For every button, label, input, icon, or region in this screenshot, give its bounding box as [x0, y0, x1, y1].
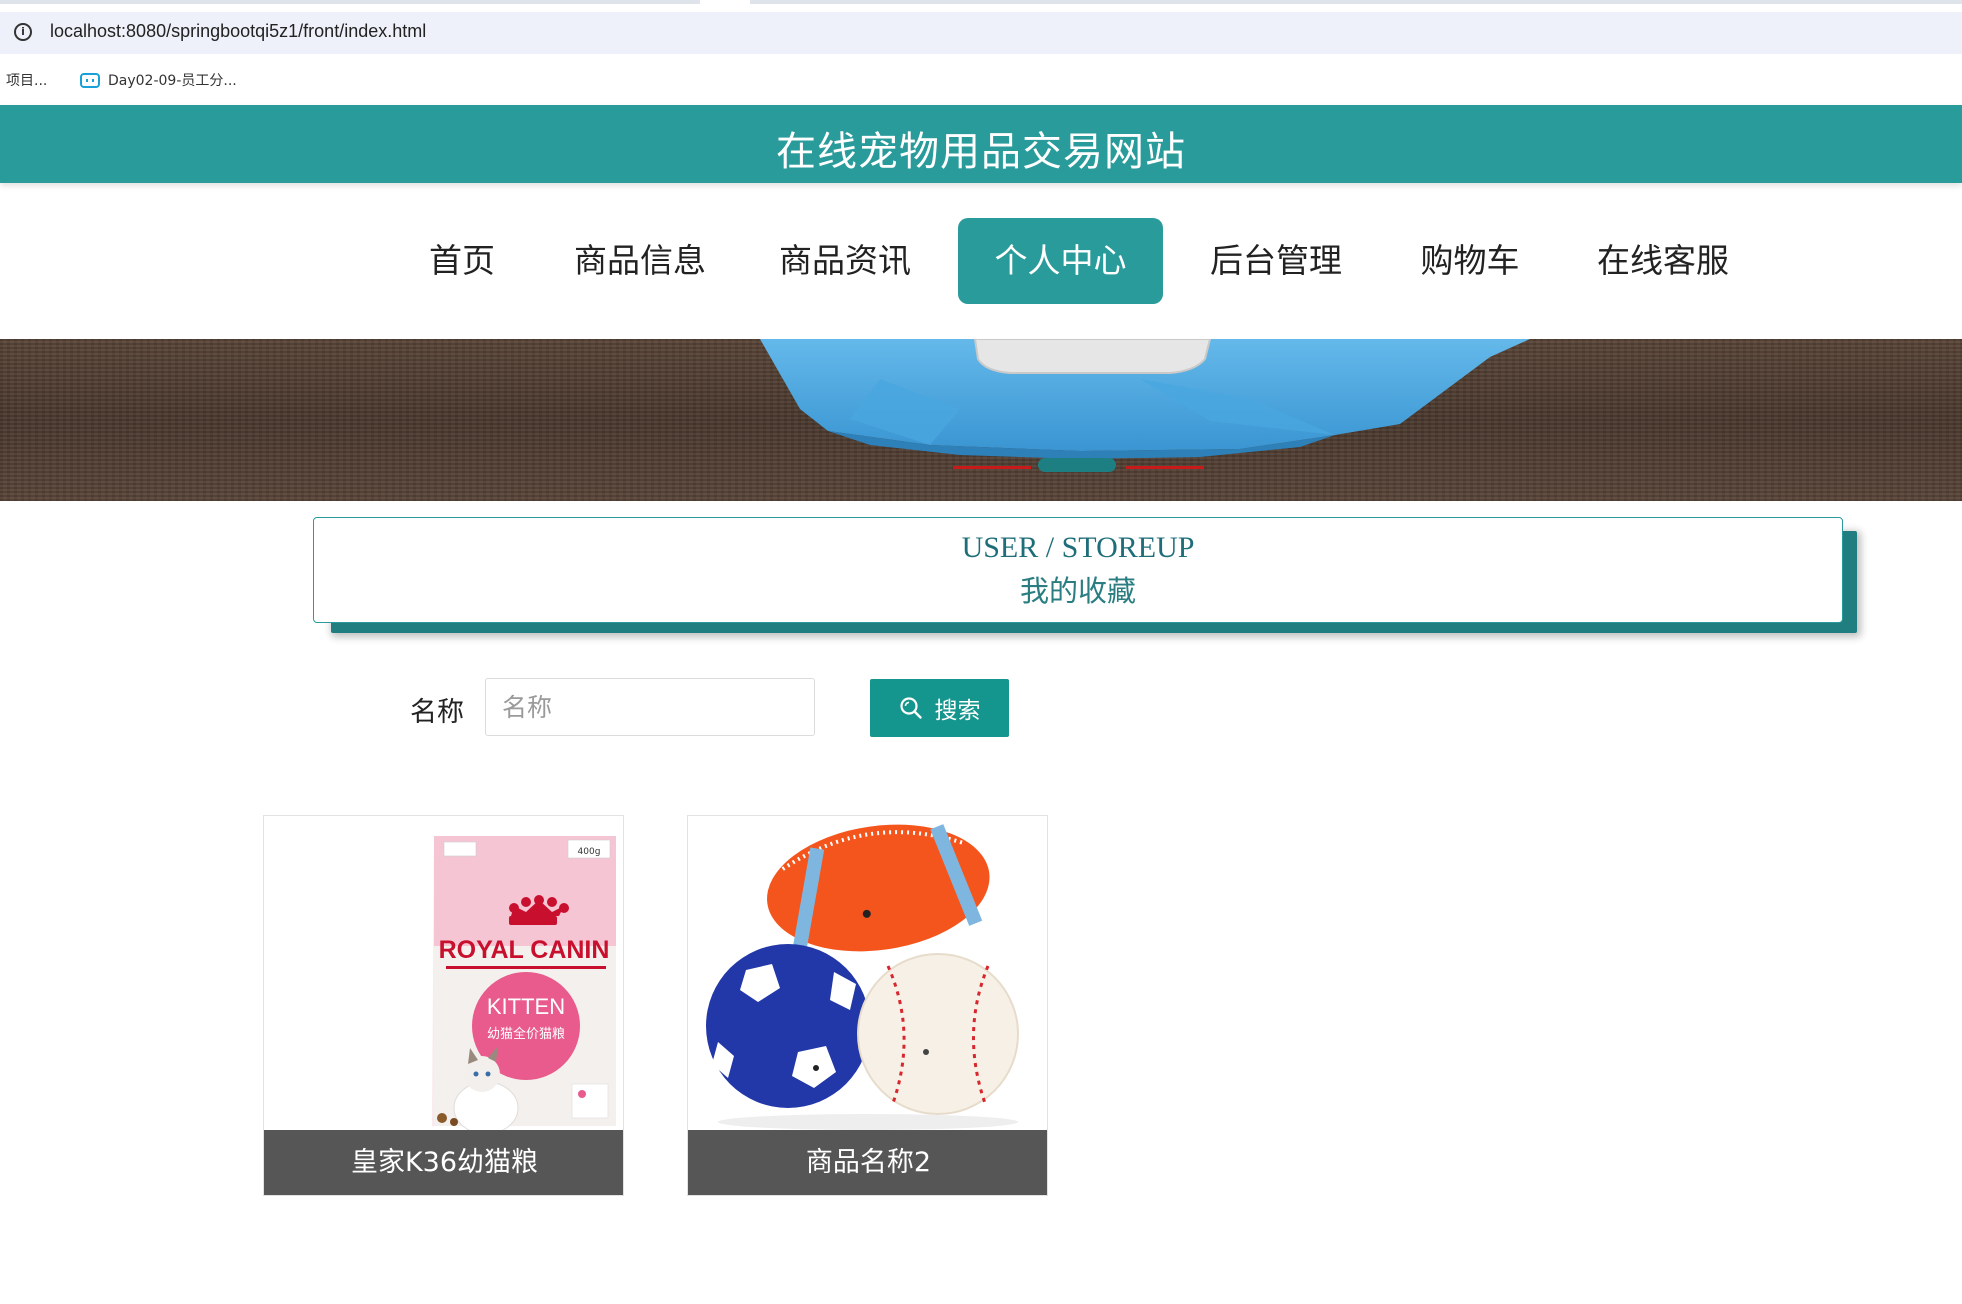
product-name[interactable]: 商品名称2	[688, 1130, 1047, 1195]
section-title-cn: 我的收藏	[1019, 574, 1136, 608]
nav-products[interactable]: 商品信息	[560, 218, 720, 304]
royal-canin-kitten-food-image: 400g ROYAL CANIN KITTEN 幼猫全价猫粮	[264, 816, 623, 1132]
search-button-label: 搜索	[934, 698, 981, 724]
bookmark-item[interactable]: Day02-09-员工分...	[80, 69, 237, 91]
section-title-en: USER / STOREUP	[961, 531, 1195, 564]
browser-tab[interactable]	[750, 0, 1962, 4]
main-nav: 首页 商品信息 商品资讯 个人中心 后台管理 购物车 在线客服	[0, 218, 1962, 304]
carousel-dot[interactable]	[1126, 466, 1204, 469]
search-button[interactable]: 搜索	[870, 679, 1009, 737]
bookmark-label: Day02-09-员工分...	[108, 73, 237, 89]
nav-home[interactable]: 首页	[412, 218, 512, 304]
kitten-text: KITTEN	[487, 994, 565, 1019]
carousel-dot-active[interactable]	[1038, 458, 1116, 472]
search-label: 名称	[410, 697, 464, 728]
product-card[interactable]: ROYAL CANIN 400g ROYAL CANIN KITTEN 幼猫全价…	[263, 815, 624, 1196]
weight-label: 400g	[578, 847, 601, 857]
site-info-icon[interactable]: i	[14, 23, 32, 41]
nav-cart[interactable]: 购物车	[1405, 218, 1535, 304]
search-input[interactable]	[485, 678, 815, 736]
address-bar[interactable]: i localhost:8080/springbootqi5z1/front/i…	[0, 12, 1962, 54]
nav-admin[interactable]: 后台管理	[1196, 218, 1356, 304]
carousel-indicators	[0, 454, 1962, 474]
nav-user-center[interactable]: 个人中心	[958, 218, 1163, 304]
url-text[interactable]: localhost:8080/springbootqi5z1/front/ind…	[50, 21, 426, 42]
carousel-dot[interactable]	[953, 466, 1031, 469]
banner-carousel[interactable]	[0, 339, 1962, 501]
banner-image	[760, 339, 1530, 459]
site-header: 在线宠物用品交易网站	[0, 105, 1962, 183]
site-title: 在线宠物用品交易网站	[776, 129, 1186, 175]
nav-customer-service[interactable]: 在线客服	[1583, 218, 1743, 304]
bookmarks-bar: 项目... Day02-09-员工分...	[0, 64, 1962, 98]
bilibili-icon	[80, 72, 100, 88]
food-subtitle: 幼猫全价猫粮	[487, 1026, 565, 1042]
product-card[interactable]: 商品名称2	[687, 815, 1048, 1196]
rubber-pet-toy-balls-image	[688, 816, 1047, 1132]
brand-text: ROYAL CANIN	[439, 936, 610, 964]
bookmark-item[interactable]: 项目...	[6, 70, 47, 90]
search-icon	[899, 697, 922, 719]
section-title-box: USER / STOREUP 我的收藏	[313, 517, 1843, 623]
browser-tabstrip	[0, 0, 1962, 5]
nav-news[interactable]: 商品资讯	[765, 218, 925, 304]
product-name[interactable]: 皇家K36幼猫粮	[264, 1130, 623, 1195]
browser-tab[interactable]	[0, 0, 700, 4]
